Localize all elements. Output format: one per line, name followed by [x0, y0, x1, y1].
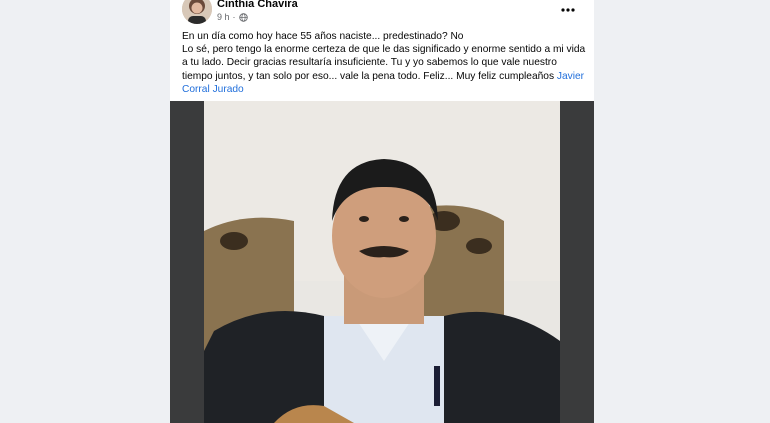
avatar-image	[182, 0, 212, 24]
post-card: Cinthia Chavira 9 h · En un día como hoy…	[170, 0, 594, 423]
post-text: En un día como hoy hace 55 años naciste.…	[182, 30, 587, 96]
post-photo	[204, 101, 560, 423]
author-name[interactable]: Cinthia Chavira	[217, 0, 298, 10]
post-time[interactable]: 9 h	[217, 12, 230, 22]
more-options-button[interactable]	[558, 3, 578, 17]
post-line: En un día como hoy hace 55 años naciste.…	[182, 31, 464, 42]
author-avatar[interactable]	[182, 0, 212, 24]
post-line-text: Lo sé, pero tengo la enorme certeza de q…	[182, 44, 586, 82]
post-meta: 9 h ·	[217, 12, 248, 22]
globe-icon[interactable]	[238, 12, 248, 22]
post-media[interactable]	[170, 101, 594, 423]
more-options-icon	[561, 8, 575, 12]
post-line: Lo sé, pero tengo la enorme certeza de q…	[182, 43, 587, 96]
meta-separator: ·	[232, 12, 236, 22]
